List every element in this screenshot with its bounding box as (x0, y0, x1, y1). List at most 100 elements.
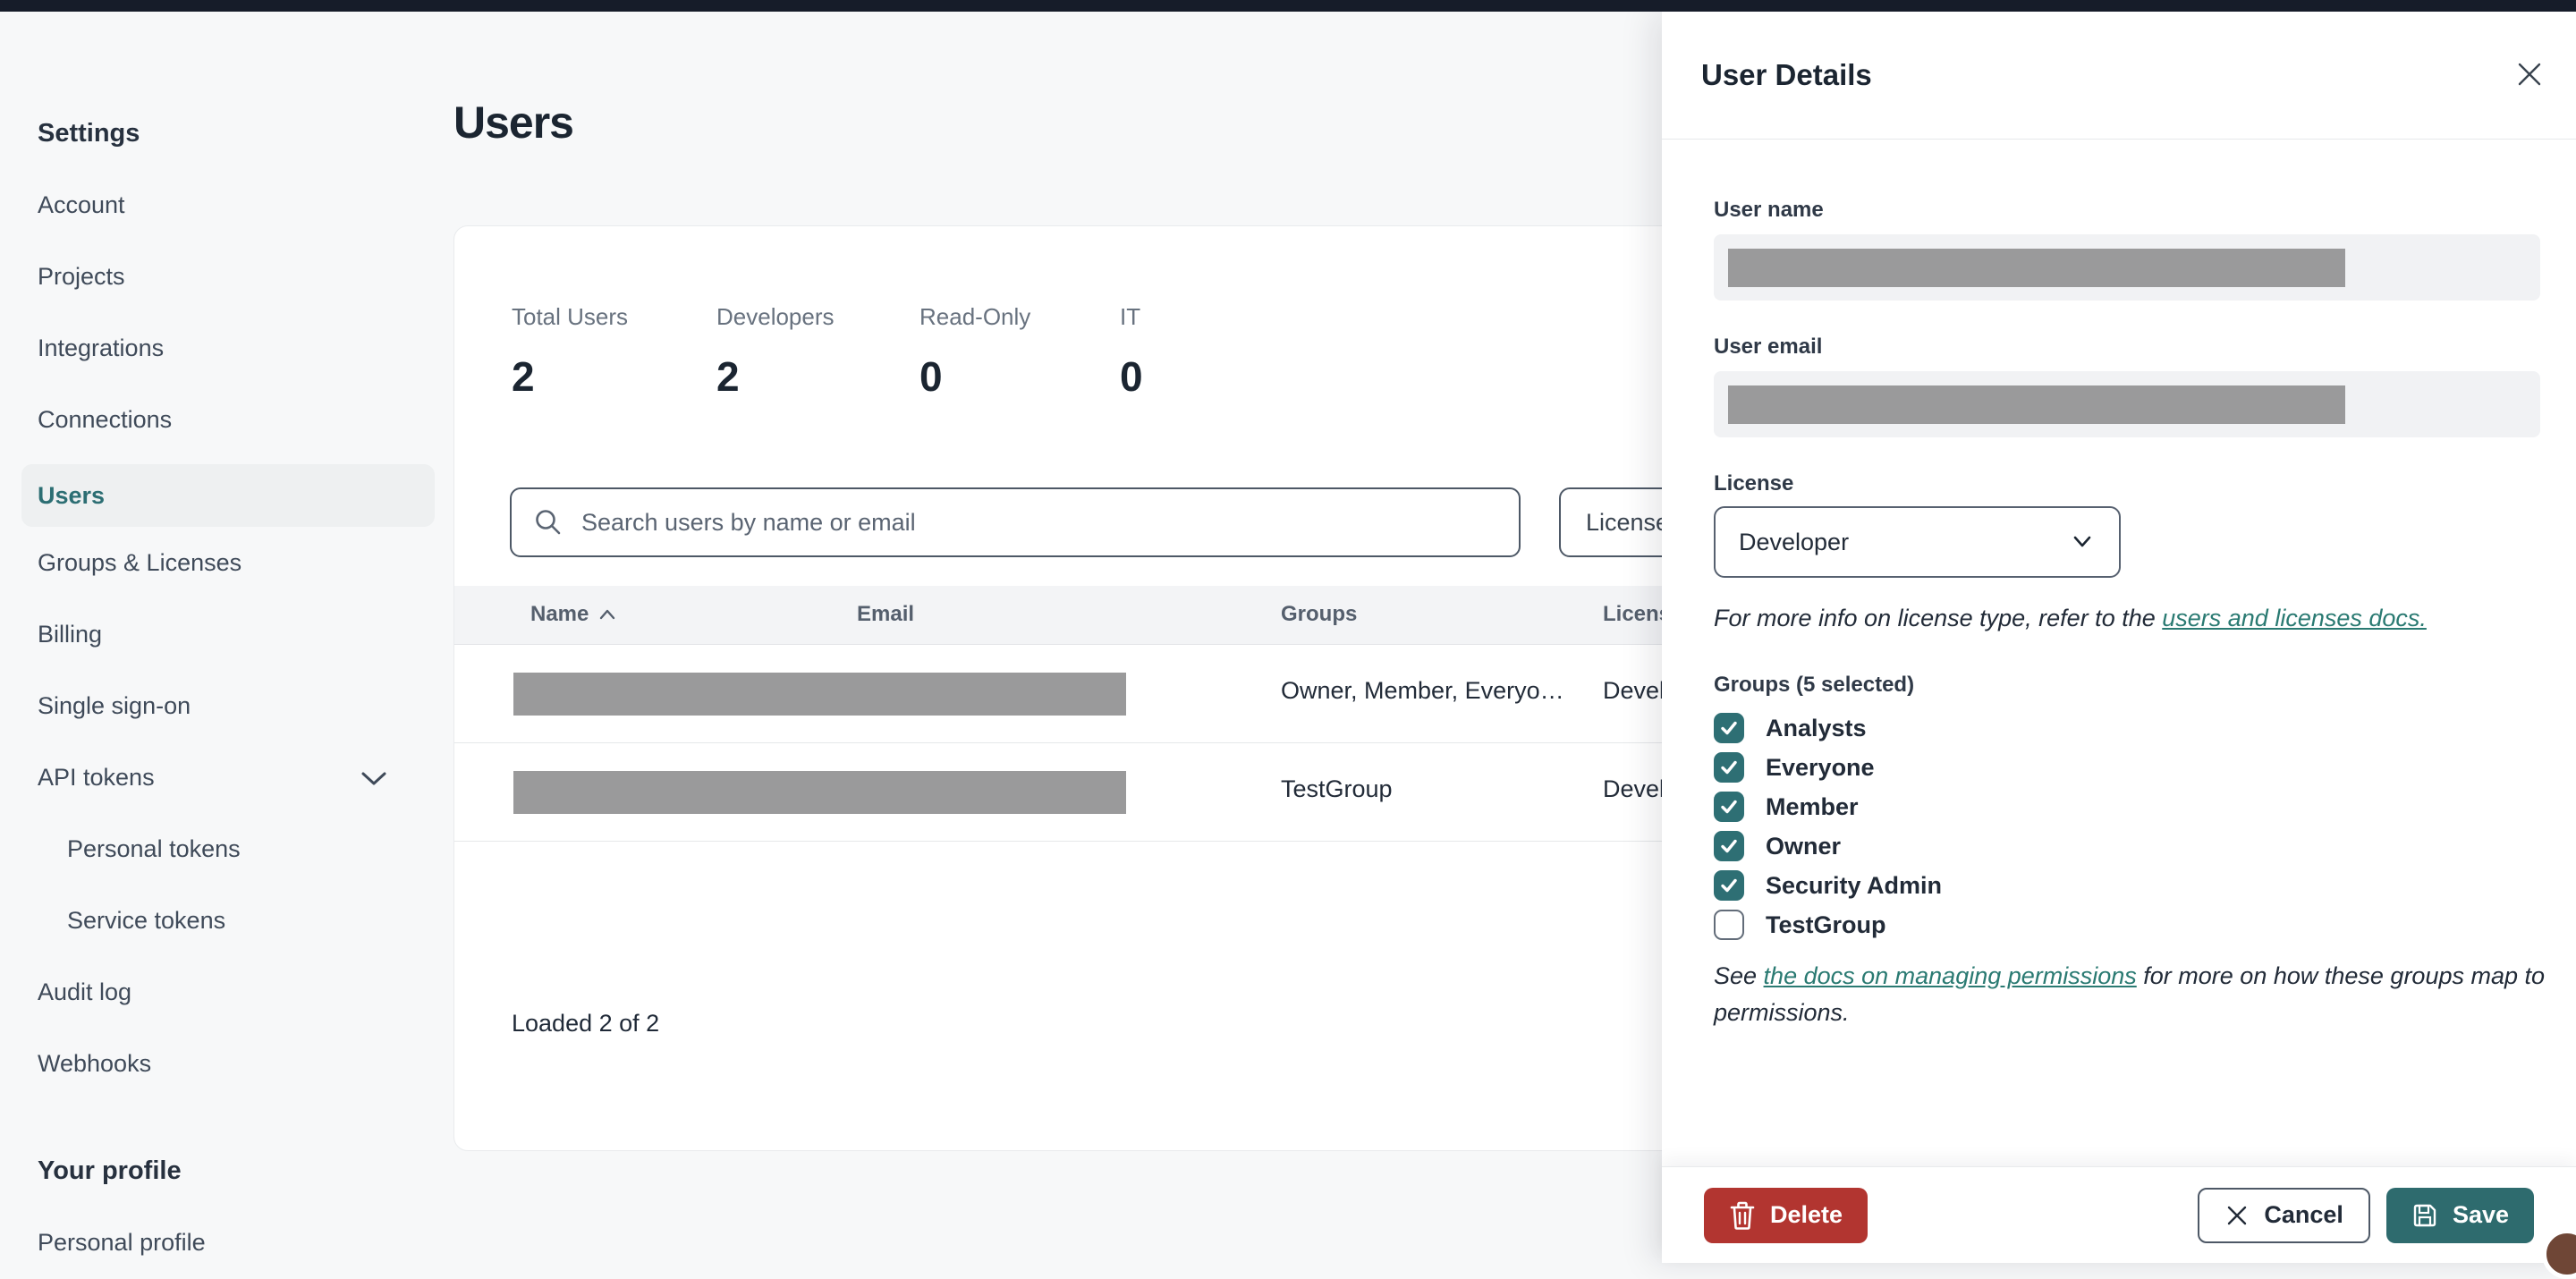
checkbox-label: Analysts (1766, 714, 1867, 741)
trash-icon (1729, 1200, 1756, 1231)
checkbox-icon (1714, 752, 1744, 783)
checkbox-member[interactable]: Member (1714, 787, 1859, 826)
checkbox-testgroup[interactable]: TestGroup (1714, 905, 1886, 944)
checkbox-label: Member (1766, 792, 1859, 820)
sidebar-item-projects[interactable]: Projects (38, 260, 125, 292)
managing-permissions-docs-link[interactable]: the docs on managing permissions (1764, 962, 2137, 989)
top-bar (0, 0, 2576, 12)
drawer-title: User Details (1701, 58, 1872, 91)
search-input[interactable] (581, 508, 1497, 537)
permissions-help-note: See the docs on managing permissions for… (1714, 958, 2546, 1031)
license-select[interactable]: Developer (1714, 506, 2121, 578)
button-label: Delete (1770, 1201, 1843, 1228)
loaded-status: Loaded 2 of 2 (512, 1010, 660, 1037)
cell-groups: TestGroup (1281, 775, 1393, 802)
sidebar-section-your-profile: Your profile (38, 1156, 182, 1185)
redacted-value (1728, 249, 2345, 287)
checkbox-label: Owner (1766, 832, 1842, 860)
user-details-drawer: User Details User name User email Licens… (1662, 12, 2576, 1263)
checkbox-security-admin[interactable]: Security Admin (1714, 866, 1942, 905)
sidebar-section-settings: Settings (38, 119, 140, 148)
stat-label: Developers (716, 303, 835, 330)
table-header-row: Name Email Groups License (454, 586, 1848, 645)
chevron-down-icon (2069, 533, 2096, 551)
column-header-label: Name (530, 602, 589, 626)
button-label: Cancel (2264, 1201, 2343, 1228)
license-select-value: Developer (1739, 528, 1850, 555)
table-row[interactable]: TestGroup Developer (454, 743, 1848, 842)
sidebar-item-billing[interactable]: Billing (38, 618, 102, 650)
license-label: License (1714, 471, 1794, 496)
license-help-note: For more info on license type, refer to … (1714, 600, 2546, 637)
drawer-footer: Delete Cancel Save (1662, 1166, 2576, 1263)
search-icon (533, 507, 564, 538)
cancel-button[interactable]: Cancel (2198, 1187, 2370, 1243)
redacted-value (1728, 385, 2345, 424)
checkbox-label: Security Admin (1766, 871, 1943, 899)
stat-label: IT (1120, 303, 1141, 330)
column-header-label: Email (857, 602, 915, 626)
column-header-label: Groups (1281, 602, 1358, 626)
stat-value: 0 (919, 353, 943, 400)
checkbox-icon (1714, 910, 1744, 940)
sidebar-item-webhooks[interactable]: Webhooks (38, 1047, 151, 1080)
checkbox-icon (1714, 792, 1744, 822)
stat-value: 2 (716, 353, 740, 400)
sidebar-item-single-sign-on[interactable]: Single sign-on (38, 690, 191, 722)
sidebar-item-connections[interactable]: Connections (38, 403, 172, 436)
sidebar-item-integrations[interactable]: Integrations (38, 332, 164, 364)
x-icon (2224, 1203, 2250, 1228)
drawer-header: User Details (1662, 12, 2576, 140)
page-title: Users (453, 97, 574, 148)
sidebar-item-account[interactable]: Account (38, 189, 125, 221)
stat-developers: Developers 2 (716, 303, 835, 401)
footer-actions: Cancel Save (2198, 1187, 2534, 1243)
delete-button[interactable]: Delete (1704, 1187, 1868, 1243)
sidebar-item-api-tokens[interactable]: API tokens (38, 761, 155, 793)
sidebar-item-audit-log[interactable]: Audit log (38, 976, 131, 1008)
button-label: Save (2452, 1201, 2509, 1228)
stat-value: 2 (512, 353, 535, 400)
checkbox-label: Everyone (1766, 753, 1875, 781)
user-name-label: User name (1714, 198, 1824, 222)
license-filter-label: License (1586, 508, 1670, 536)
sidebar-item-users[interactable]: Users (38, 479, 105, 512)
checkbox-icon (1714, 870, 1744, 901)
settings-sidebar: Settings Account Projects Integrations C… (0, 12, 447, 1263)
chevron-down-icon[interactable] (358, 767, 390, 789)
sidebar-item-service-tokens[interactable]: Service tokens (67, 904, 225, 936)
save-button[interactable]: Save (2385, 1187, 2534, 1243)
groups-label: Groups (5 selected) (1714, 673, 1915, 697)
column-header-email[interactable]: Email (857, 602, 914, 627)
column-header-groups[interactable]: Groups (1281, 602, 1357, 627)
checkbox-icon (1714, 713, 1744, 743)
close-icon[interactable] (2510, 55, 2549, 94)
user-search[interactable] (510, 487, 1521, 557)
stat-it: IT 0 (1120, 303, 1143, 401)
user-email-label: User email (1714, 335, 1823, 359)
column-header-name[interactable]: Name (530, 602, 617, 627)
checkbox-icon (1714, 831, 1744, 861)
checkbox-label: TestGroup (1766, 911, 1886, 938)
users-card: Total Users 2 Developers 2 Read-Only 0 I… (453, 225, 1849, 1151)
user-name-input[interactable] (1714, 234, 2540, 301)
checkbox-analysts[interactable]: Analysts (1714, 708, 1867, 748)
users-licenses-docs-link[interactable]: users and licenses docs. (2162, 605, 2427, 631)
note-text: For more info on license type, refer to … (1714, 605, 2163, 631)
sort-ascending-icon (597, 607, 617, 622)
user-email-input[interactable] (1714, 371, 2540, 437)
checkbox-owner[interactable]: Owner (1714, 826, 1841, 866)
note-text: See (1714, 962, 1764, 989)
sidebar-item-groups-licenses[interactable]: Groups & Licenses (38, 546, 242, 579)
stat-read-only: Read-Only 0 (919, 303, 1030, 401)
sidebar-item-personal-profile[interactable]: Personal profile (38, 1226, 206, 1258)
table-row[interactable]: Owner, Member, Everyo… Developer (454, 645, 1848, 743)
stat-value: 0 (1120, 353, 1143, 400)
redacted-name-email (513, 673, 1126, 716)
stat-total-users: Total Users 2 (512, 303, 628, 401)
redacted-name-email (513, 771, 1126, 814)
checkbox-everyone[interactable]: Everyone (1714, 748, 1875, 787)
cell-groups: Owner, Member, Everyo… (1281, 677, 1564, 704)
save-icon (2411, 1202, 2438, 1229)
sidebar-item-personal-tokens[interactable]: Personal tokens (67, 833, 241, 865)
